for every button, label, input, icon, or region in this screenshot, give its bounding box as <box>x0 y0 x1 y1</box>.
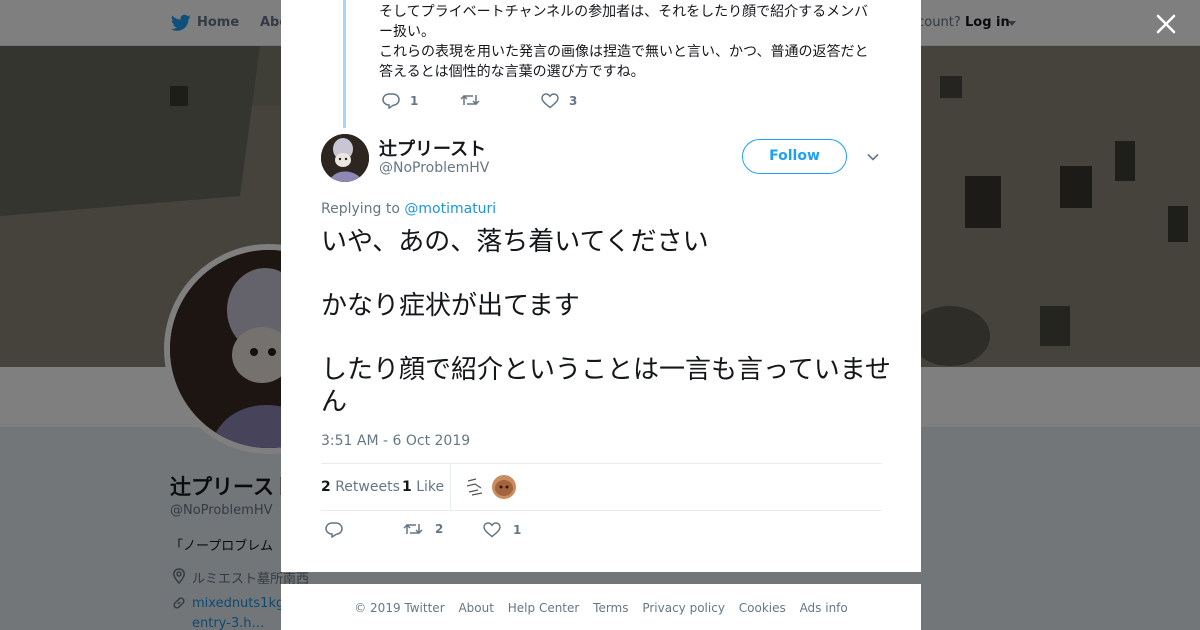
retweets-stat[interactable]: 2 Retweets <box>321 479 400 495</box>
footer-link-help-center[interactable]: Help Center <box>508 601 580 615</box>
parent-reply-button[interactable]: 1 <box>382 93 418 109</box>
like-button[interactable]: 1 <box>483 522 521 538</box>
parent-like-button[interactable]: 3 <box>541 93 577 109</box>
retweet-count: 2 <box>435 522 444 536</box>
liker-avatar-image <box>492 475 516 499</box>
tweet-paragraph: いや、あの、落ち着いてください <box>321 227 709 257</box>
parent-tweet-text-line: これらの表現を用いた発言の画像は捏造で無いと言い、かつ、普通の返答だと <box>379 44 869 60</box>
replying-to-line: Replying to @motimaturi <box>321 201 496 217</box>
stats-divider <box>450 464 451 510</box>
follow-button[interactable]: Follow <box>742 139 847 174</box>
tweet-timestamp[interactable]: 3:51 AM - 6 Oct 2019 <box>321 433 470 449</box>
retweet-icon <box>460 94 480 106</box>
retweet-button[interactable]: 2 <box>403 522 443 536</box>
footer-link-about[interactable]: About <box>458 601 493 615</box>
like-count: 1 <box>513 523 522 537</box>
tweet-paragraph: かなり症状が出てます <box>321 291 580 321</box>
replying-prefix: Replying to <box>321 201 400 217</box>
retweets-label: Retweets <box>335 479 400 495</box>
tweet-text: いや、あの、落ち着いてください かなり症状が出てます したり顔で紹介ということは… <box>321 226 891 418</box>
parent-reply-count: 1 <box>410 94 419 108</box>
replying-mention-link[interactable]: @motimaturi <box>404 201 496 217</box>
parent-tweet-text-line: そしてプライベートチャンネルの参加者は、それをしたり顔で紹介するメンバ <box>379 4 869 20</box>
tweet-stats: 2 Retweets 1 Like <box>321 463 882 511</box>
close-icon[interactable] <box>1155 13 1177 35</box>
footer-link-cookies[interactable]: Cookies <box>739 601 786 615</box>
parent-retweet-button[interactable] <box>460 93 490 107</box>
liker-avatar[interactable] <box>492 475 516 499</box>
liker-avatar-image <box>463 475 487 499</box>
reply-button[interactable] <box>325 522 355 538</box>
site-footer: © 2019 Twitter About Help Center Terms P… <box>281 584 921 630</box>
heart-icon <box>483 522 501 538</box>
retweet-icon <box>403 523 423 535</box>
retweets-count: 2 <box>321 479 331 495</box>
author-name[interactable]: 辻プリースト <box>379 135 486 161</box>
likes-stat[interactable]: 1 Like <box>402 479 444 495</box>
reply-icon <box>325 522 343 538</box>
parent-tweet-text-line: ー扱い。 <box>379 24 435 40</box>
conversation-thread-line <box>343 0 346 128</box>
likes-count: 1 <box>402 479 412 495</box>
footer-link-ads-info[interactable]: Ads info <box>800 601 848 615</box>
author-avatar-image <box>321 134 369 182</box>
heart-icon <box>541 93 559 109</box>
likes-label: Like <box>416 479 445 495</box>
footer-copyright: © 2019 Twitter <box>354 601 445 615</box>
author-avatar[interactable] <box>321 134 369 182</box>
chevron-down-icon[interactable] <box>866 150 880 164</box>
tweet-permalink-modal: そしてプライベートチャンネルの参加者は、それをしたり顔で紹介するメンバ ー扱い。… <box>281 0 921 572</box>
parent-like-count: 3 <box>569 94 578 108</box>
reply-icon <box>382 93 400 109</box>
footer-link-terms[interactable]: Terms <box>593 601 628 615</box>
liker-avatar[interactable] <box>463 475 487 499</box>
parent-tweet-text-line: 答えるとは個性的な言葉の選び方ですね。 <box>379 64 645 80</box>
author-handle[interactable]: @NoProblemHV <box>379 160 489 176</box>
tweet-paragraph: したり顔で紹介ということは一言も言っていません <box>321 355 891 417</box>
footer-link-privacy[interactable]: Privacy policy <box>642 601 725 615</box>
